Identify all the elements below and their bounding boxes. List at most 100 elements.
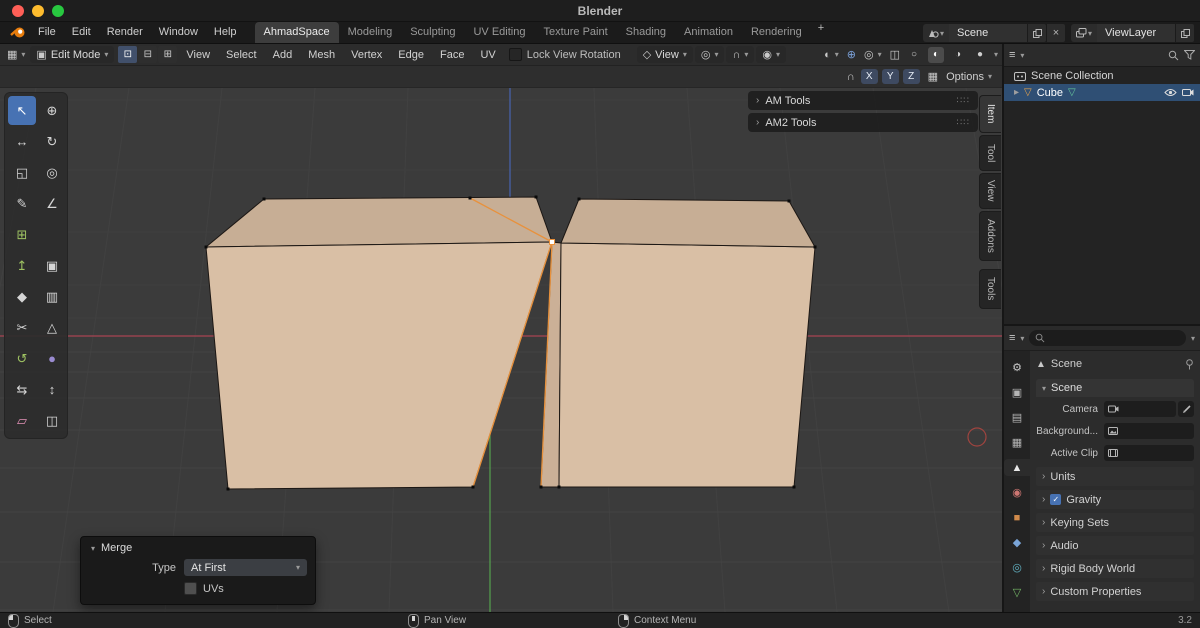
camera-icon[interactable] — [1182, 88, 1194, 97]
gravity-checkbox[interactable]: ✓ — [1050, 494, 1061, 505]
tool-inset-faces[interactable]: ▣ — [38, 251, 66, 280]
vertex-select-button[interactable]: ⊡ — [118, 46, 137, 63]
filter-icon[interactable] — [1184, 50, 1195, 60]
tab-world[interactable]: ◉ — [1006, 484, 1028, 501]
tool-tweak-select[interactable]: ↖ — [8, 96, 36, 125]
tool-transform[interactable]: ◎ — [38, 158, 66, 187]
menu-edge[interactable]: Edge — [391, 49, 431, 61]
tab-tool[interactable]: ⚙ — [1006, 359, 1028, 376]
menu-render[interactable]: Render — [99, 22, 151, 43]
panel-am-tools[interactable]: › AM Tools ∷∷ — [748, 91, 978, 110]
sidebar-tab-item[interactable]: Item — [979, 95, 1001, 133]
options-dropdown[interactable]: Options — [946, 71, 984, 83]
editor-type-button[interactable]: ▦ ▾ — [4, 46, 28, 63]
tab-scene[interactable]: ▲ — [1004, 459, 1030, 476]
tool-annotate[interactable]: ✎ — [8, 189, 36, 218]
visibility-dropdown[interactable]: ◐ ▾ — [822, 46, 841, 63]
scene-panel-header[interactable]: ▾ Scene — [1036, 379, 1194, 397]
panel-rigid-body-world[interactable]: › Rigid Body World — [1036, 559, 1194, 578]
shading-wireframe-button[interactable]: ○ — [906, 47, 922, 63]
viewlayer-name-field[interactable]: ViewLayer — [1097, 24, 1175, 42]
snap-dropdown[interactable]: ∩ ▾ — [726, 46, 754, 63]
tool-measure[interactable]: ∠ — [38, 189, 66, 218]
menu-file[interactable]: File — [30, 22, 64, 43]
mode-dropdown[interactable]: ▣ Edit Mode ▾ — [30, 46, 114, 63]
close-window-button[interactable] — [12, 5, 24, 17]
menu-window[interactable]: Window — [151, 22, 206, 43]
background-scene-field[interactable] — [1104, 423, 1194, 439]
pivot-point-dropdown[interactable]: ◎ ▾ — [695, 46, 725, 63]
tool-add-cube[interactable]: ⊞ — [8, 220, 36, 249]
menu-mesh[interactable]: Mesh — [301, 49, 342, 61]
eyedropper-button[interactable] — [1178, 401, 1194, 417]
drag-handle-icon[interactable]: ∷∷ — [957, 117, 970, 128]
tool-shear[interactable]: ▱ — [8, 406, 36, 435]
sidebar-tab-tools[interactable]: Tools — [979, 269, 1001, 309]
drag-handle-icon[interactable]: ∷∷ — [957, 95, 970, 106]
menu-face[interactable]: Face — [433, 49, 471, 61]
tool-edge-slide[interactable]: ⇆ — [8, 375, 36, 404]
tab-physics[interactable]: ◎ — [1006, 559, 1028, 576]
lock-view-rotation-checkbox[interactable] — [509, 48, 522, 61]
active-clip-field[interactable] — [1104, 445, 1194, 461]
blender-logo-icon[interactable] — [6, 26, 30, 39]
panel-audio[interactable]: › Audio — [1036, 536, 1194, 555]
menu-edit[interactable]: Edit — [64, 22, 99, 43]
properties-search-input[interactable] — [1029, 330, 1186, 346]
outliner-editor-icon[interactable]: ≡ — [1009, 49, 1015, 61]
panel-gravity[interactable]: › ✓ Gravity — [1036, 490, 1194, 509]
properties-editor-icon[interactable]: ≡ — [1009, 332, 1015, 344]
tool-extrude-region[interactable]: ↥ — [8, 251, 36, 280]
panel-units[interactable]: › Units — [1036, 467, 1194, 486]
overlays-dropdown[interactable]: ◎ ▾ — [862, 46, 884, 63]
tab-view-layer[interactable]: ▦ — [1006, 434, 1028, 451]
mirror-z-button[interactable]: Z — [903, 69, 920, 84]
merge-panel-header[interactable]: ▾ Merge — [81, 537, 315, 557]
workspace-tab-ahmadspace[interactable]: AhmadSpace — [255, 22, 339, 43]
shading-material-button[interactable]: ◑ — [950, 47, 966, 63]
workspace-tab-modeling[interactable]: Modeling — [339, 22, 402, 43]
menu-uv[interactable]: UV — [473, 49, 502, 61]
snap-grid-icon[interactable]: ▦ — [928, 70, 938, 83]
tool-smooth[interactable]: ● — [38, 344, 66, 373]
workspace-tab-sculpting[interactable]: Sculpting — [401, 22, 464, 43]
menu-add[interactable]: Add — [266, 49, 300, 61]
mirror-y-button[interactable]: Y — [882, 69, 899, 84]
tool-cursor[interactable]: ⊕ — [38, 96, 66, 125]
workspace-tab-texture-paint[interactable]: Texture Paint — [534, 22, 616, 43]
workspace-tab-animation[interactable]: Animation — [675, 22, 742, 43]
tab-render[interactable]: ▣ — [1006, 384, 1028, 401]
mirror-x-button[interactable]: X — [861, 69, 878, 84]
scene-name-field[interactable]: Scene — [949, 24, 1027, 42]
tool-rip-region[interactable]: ◫ — [38, 406, 66, 435]
face-select-button[interactable]: ⊞ — [158, 46, 177, 63]
zoom-window-button[interactable] — [52, 5, 64, 17]
sidebar-tab-view[interactable]: View — [979, 173, 1001, 209]
outliner-row-scene-collection[interactable]: Scene Collection — [1004, 67, 1200, 84]
shading-solid-button[interactable]: ◐ — [928, 47, 944, 63]
xray-toggle[interactable]: ◫ — [890, 48, 900, 61]
menu-view[interactable]: View — [179, 49, 217, 61]
minimize-window-button[interactable] — [32, 5, 44, 17]
panel-keying-sets[interactable]: › Keying Sets — [1036, 513, 1194, 532]
scene-copy-button[interactable] — [1028, 24, 1046, 42]
tab-output[interactable]: ▤ — [1006, 409, 1028, 426]
tool-bevel[interactable]: ◆ — [8, 282, 36, 311]
workspace-tab-uv-editing[interactable]: UV Editing — [464, 22, 534, 43]
scene-browse-button[interactable]: ▾ — [923, 24, 949, 42]
sidebar-tab-addons[interactable]: Addons — [979, 211, 1001, 261]
menu-vertex[interactable]: Vertex — [344, 49, 389, 61]
gizmos-toggle[interactable]: ⊕ — [847, 48, 856, 61]
viewlayer-browse-button[interactable]: ▾ — [1071, 24, 1097, 42]
add-workspace-button[interactable]: + — [811, 22, 831, 43]
tool-scale[interactable]: ◱ — [8, 158, 36, 187]
shading-dropdown-chevron[interactable]: ▾ — [994, 50, 998, 59]
workspace-tab-shading[interactable]: Shading — [617, 22, 675, 43]
eye-icon[interactable] — [1164, 88, 1177, 97]
scene-unlink-button[interactable]: × — [1047, 24, 1065, 42]
filter-chevron-icon[interactable]: ▾ — [1191, 334, 1195, 343]
expand-arrow-icon[interactable]: ▸ — [1014, 87, 1019, 98]
tab-modifiers[interactable]: ◆ — [1006, 534, 1028, 551]
tab-object-data[interactable]: ▽ — [1006, 584, 1028, 601]
sidebar-tab-tool[interactable]: Tool — [979, 135, 1001, 171]
